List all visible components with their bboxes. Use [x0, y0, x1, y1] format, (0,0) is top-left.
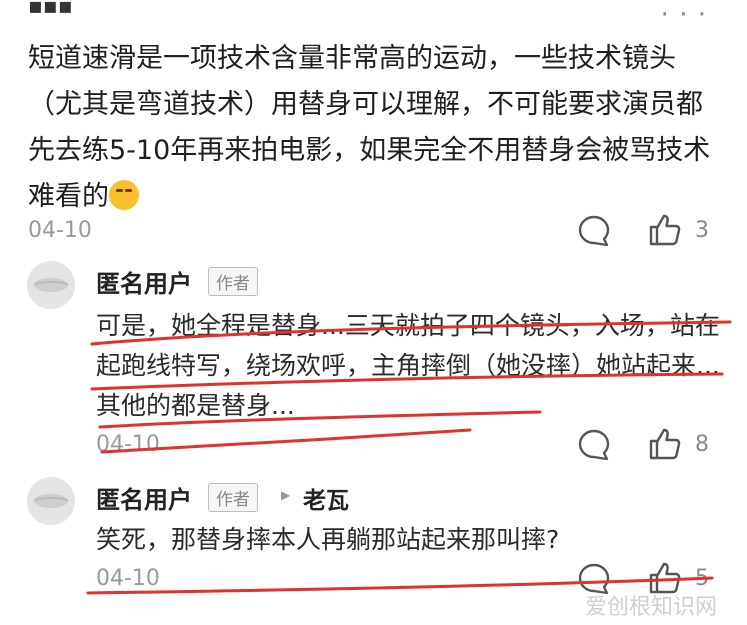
avatar[interactable]	[27, 261, 75, 309]
avatar[interactable]	[27, 477, 75, 525]
like-icon[interactable]	[647, 426, 683, 462]
main-comment-date: 04-10	[28, 218, 92, 243]
previous-user-name-cut: ▪▪▪	[28, 0, 73, 19]
author-badge: 作者	[208, 267, 258, 296]
main-comment-body: 短道速滑是一项技术含量非常高的运动，一些技术镜头（尤其是弯道技术）用替身可以理解…	[28, 36, 728, 220]
more-icon[interactable]: · · ·	[661, 0, 707, 30]
reply-like-count: 5	[695, 566, 709, 591]
avatar-icon	[27, 261, 75, 309]
reply-text: 笑死，那替身摔本人再躺那站起来那叫摔?	[96, 525, 560, 554]
comment-icon[interactable]	[577, 214, 611, 248]
emoji-icon	[109, 180, 139, 210]
watermark-text: 爱创根知识网	[584, 595, 717, 620]
reply-date: 04-10	[96, 566, 160, 591]
author-badge: 作者	[208, 483, 258, 512]
reply-user-name[interactable]: 匿名用户	[96, 264, 192, 299]
reply-to-user[interactable]: 老瓦	[303, 481, 349, 515]
reply-text: 可是，她全程是替身...三天就拍了四个镜头，入场，站在起跑线特写，绕场欢呼，主角…	[96, 311, 720, 420]
reply-arrow-icon: ▶	[281, 488, 291, 502]
reply-user-name[interactable]: 匿名用户	[96, 480, 192, 515]
avatar-icon	[27, 477, 75, 525]
comment-icon[interactable]	[577, 428, 611, 462]
reply-like-count: 8	[695, 432, 709, 457]
reply-date: 04-10	[96, 432, 160, 457]
main-like-count: 3	[695, 218, 709, 243]
like-icon[interactable]	[647, 212, 683, 248]
